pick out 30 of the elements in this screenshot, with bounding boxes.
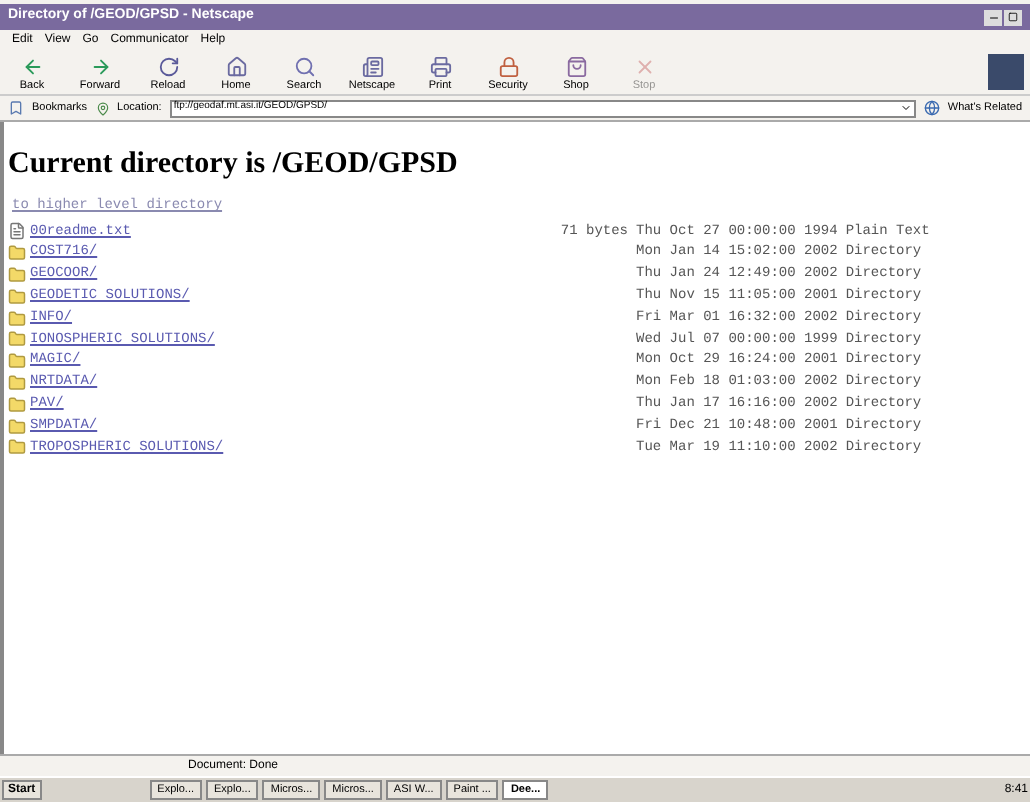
folder-icon [8, 244, 26, 263]
stop-icon [633, 55, 655, 78]
dropdown-icon [899, 102, 912, 114]
folder-icon [8, 373, 26, 392]
folder-icon [8, 438, 26, 457]
file-icon [8, 222, 26, 241]
back-arrow-icon [21, 55, 43, 78]
pin-icon [95, 101, 110, 115]
folder-icon [8, 395, 26, 414]
folder-icon [8, 287, 26, 306]
page-heading: Current directory is /GEOD/GPSD [8, 150, 460, 180]
lock-icon [497, 55, 519, 78]
minimize-button[interactable] [984, 9, 1002, 25]
shopping-bag-icon [565, 55, 587, 78]
folder-icon [8, 417, 26, 436]
folder-icon [8, 265, 26, 284]
home-icon [225, 55, 247, 78]
search-icon [293, 55, 315, 78]
forward-arrow-icon [89, 55, 111, 78]
bookmark-icon [8, 100, 24, 116]
reload-icon [157, 55, 179, 78]
maximize-icon [1008, 12, 1018, 22]
newspaper-icon [361, 55, 383, 78]
globe-icon [923, 100, 940, 116]
folder-icon [8, 330, 26, 349]
minimize-icon [987, 11, 999, 23]
folder-icon [8, 352, 26, 371]
folder-icon [8, 309, 26, 328]
maximize-button[interactable] [1004, 9, 1022, 25]
printer-icon [429, 55, 451, 78]
